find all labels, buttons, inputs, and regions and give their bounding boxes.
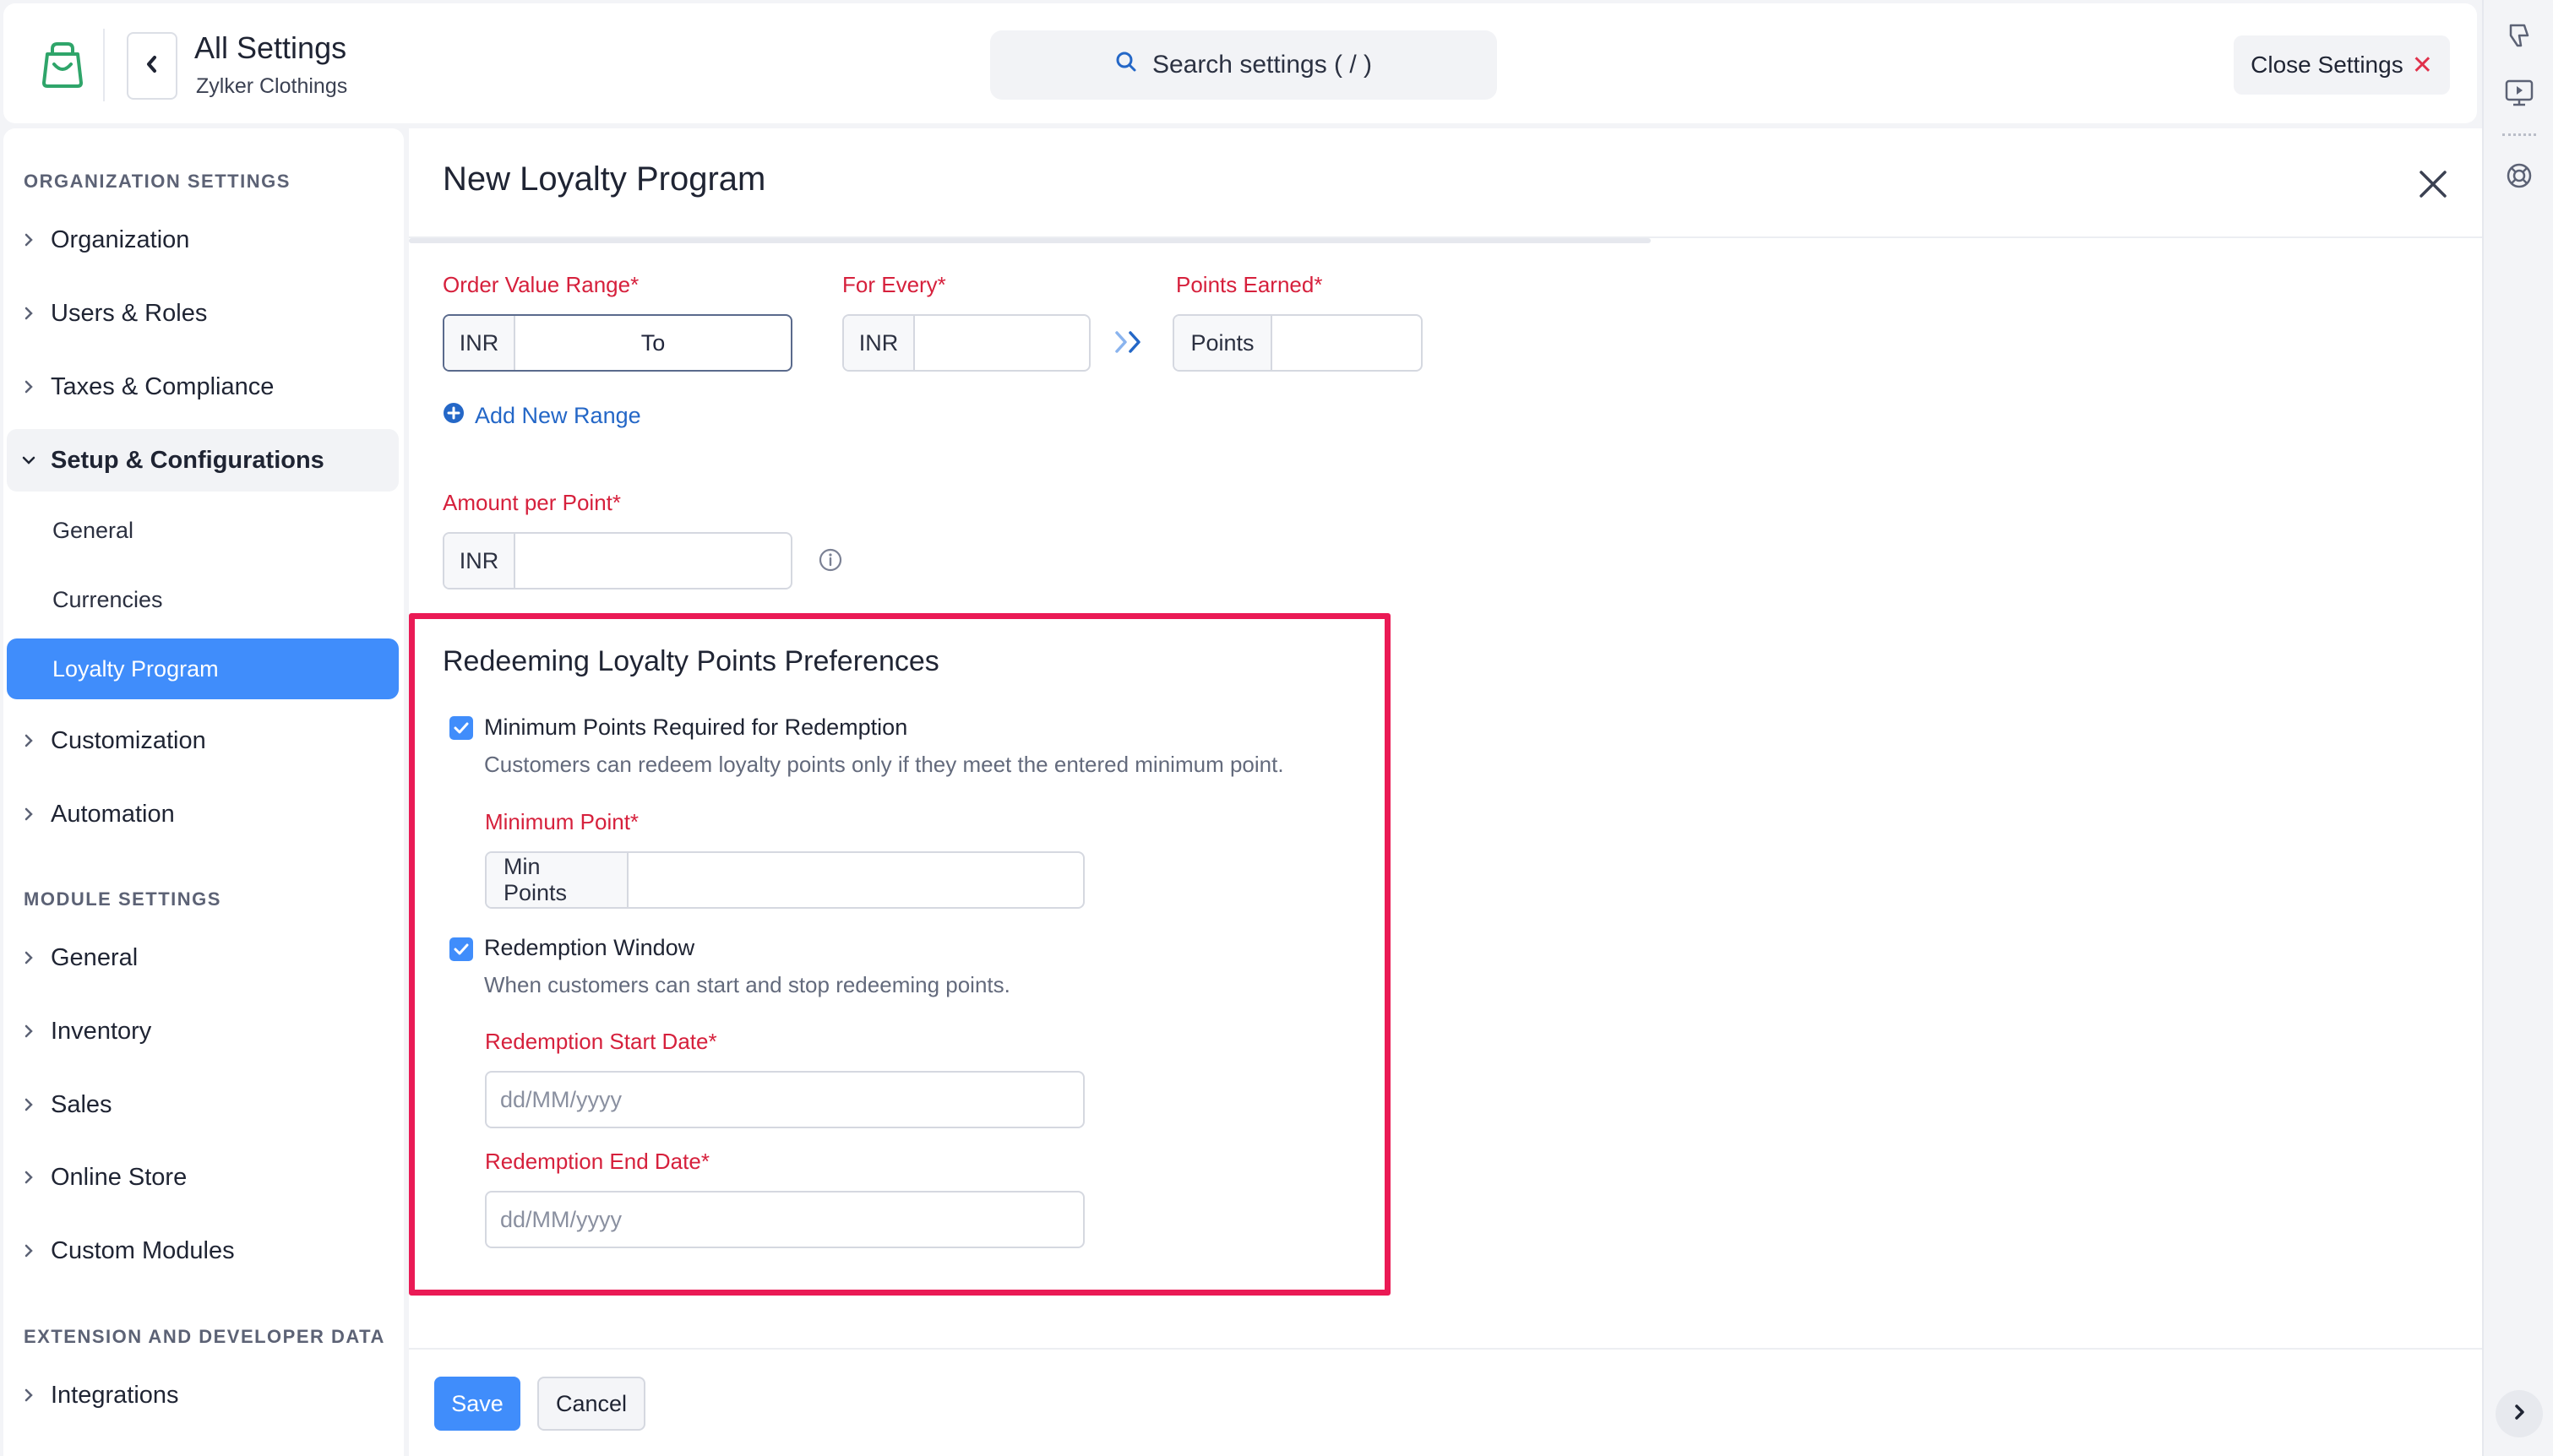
order-value-range-label: Order Value Range*	[443, 272, 640, 297]
search-placeholder: Search settings ( / )	[1151, 51, 1373, 79]
section-heading-organization: ORGANIZATION SETTINGS	[24, 171, 291, 192]
plus-circle-icon	[443, 402, 465, 430]
header-divider	[103, 29, 105, 101]
sidebar-item-setup-configurations[interactable]: Setup & Configurations	[7, 429, 399, 492]
sidebar-item-custom-modules[interactable]: Custom Modules	[7, 1220, 399, 1282]
order-value-range-field[interactable]: INR To	[443, 314, 792, 372]
sidebar-subitem-loyalty-program[interactable]: Loyalty Program	[7, 638, 399, 699]
add-new-range-link[interactable]: Add New Range	[443, 402, 641, 430]
scroll-shadow	[409, 238, 1651, 243]
search-icon	[1115, 51, 1137, 79]
chevron-right-icon	[7, 1098, 51, 1111]
top-header: All Settings Zylker Clothings Search set…	[3, 3, 2477, 123]
amount-per-point-label: Amount per Point*	[443, 490, 622, 515]
chevron-right-icon	[7, 951, 51, 964]
video-tutorial-icon[interactable]	[2501, 74, 2538, 111]
sidebar-item-organization[interactable]: Organization	[7, 209, 399, 271]
close-settings-label: Close Settings	[2251, 52, 2403, 78]
sidebar-item-online-store[interactable]: Online Store	[7, 1146, 399, 1209]
sidebar-item-inventory[interactable]: Inventory	[7, 1000, 399, 1062]
for-every-label: For Every*	[842, 272, 946, 297]
points-earned-input[interactable]	[1272, 316, 1421, 370]
double-chevron-right-icon	[1112, 328, 1149, 361]
help-support-icon[interactable]	[2501, 157, 2538, 194]
sidebar-item-label: Organization	[51, 225, 190, 253]
sidebar-item-label: General	[51, 943, 139, 971]
sidebar-item-automation[interactable]: Automation	[7, 783, 399, 845]
organization-name: Zylker Clothings	[196, 74, 348, 98]
chevron-right-icon	[7, 807, 51, 821]
sidebar-item-label: Sales	[51, 1090, 112, 1118]
sidebar-item-label: Inventory	[51, 1017, 152, 1045]
sidebar-item-label: Customization	[51, 726, 206, 754]
sidebar-item-sales[interactable]: Sales	[7, 1073, 399, 1136]
points-earned-field[interactable]: Points	[1173, 314, 1423, 372]
cancel-button[interactable]: Cancel	[537, 1377, 645, 1431]
info-icon[interactable]	[818, 547, 843, 577]
page-title: All Settings	[194, 30, 347, 65]
chevron-right-icon	[7, 307, 51, 320]
store-logo-icon	[35, 37, 90, 91]
sidebar-item-label: Setup & Configurations	[51, 446, 324, 474]
amount-per-point-field[interactable]: INR	[443, 532, 792, 589]
sidebar-item-label: Integrations	[51, 1381, 179, 1409]
close-icon: ✕	[2411, 51, 2433, 79]
sidebar-item-integrations[interactable]: Integrations	[7, 1364, 399, 1426]
chevron-right-icon	[7, 380, 51, 394]
section-heading-extension: EXTENSION AND DEVELOPER DATA	[24, 1326, 385, 1347]
sidebar-item-label: Users & Roles	[51, 299, 208, 327]
points-prefix: Points	[1174, 316, 1272, 370]
amount-per-point-input[interactable]	[515, 534, 791, 588]
right-rail	[2482, 0, 2553, 1456]
sidebar-item-label: Online Store	[51, 1163, 188, 1191]
chevron-right-icon	[7, 1388, 51, 1402]
sidebar-item-label: Taxes & Compliance	[51, 372, 275, 400]
chevron-right-icon	[2512, 1404, 2526, 1425]
chevron-right-icon	[7, 734, 51, 747]
sidebar-item-taxes-compliance[interactable]: Taxes & Compliance	[7, 356, 399, 418]
close-settings-button[interactable]: Close Settings ✕	[2234, 35, 2450, 95]
add-new-range-label: Add New Range	[475, 403, 641, 428]
redeeming-preferences-highlight	[409, 613, 1391, 1296]
for-every-field[interactable]: INR	[842, 314, 1091, 372]
search-settings-input[interactable]: Search settings ( / )	[990, 30, 1497, 100]
currency-prefix: INR	[844, 316, 915, 370]
sidebar-subitem-general[interactable]: General	[7, 500, 399, 561]
sidebar-item-module-general[interactable]: General	[7, 926, 399, 989]
currency-prefix: INR	[444, 316, 515, 370]
section-heading-module: MODULE SETTINGS	[24, 888, 221, 910]
chevron-right-icon	[7, 233, 51, 247]
footer-divider	[409, 1348, 2482, 1350]
settings-sidebar: ORGANIZATION SETTINGS Organization Users…	[3, 128, 404, 1456]
rail-separator	[2502, 133, 2536, 136]
chevron-down-icon	[7, 455, 51, 465]
feedback-icon[interactable]	[2501, 17, 2538, 54]
back-button[interactable]	[127, 32, 177, 100]
close-panel-button[interactable]	[2413, 166, 2453, 206]
panel-title: New Loyalty Program	[443, 160, 766, 198]
sidebar-item-label: Automation	[51, 800, 175, 828]
chevron-right-icon	[7, 1024, 51, 1038]
save-button[interactable]: Save	[434, 1377, 520, 1431]
for-every-input[interactable]	[915, 316, 1089, 370]
chevron-right-icon	[7, 1171, 51, 1184]
chevron-right-icon	[7, 1244, 51, 1258]
chevron-left-icon	[144, 55, 160, 78]
close-icon	[2418, 169, 2448, 204]
points-earned-label: Points Earned*	[1176, 272, 1323, 297]
sidebar-item-customization[interactable]: Customization	[7, 709, 399, 772]
sidebar-item-users-roles[interactable]: Users & Roles	[7, 282, 399, 345]
expand-rail-button[interactable]	[2496, 1390, 2543, 1437]
sidebar-subitem-currencies[interactable]: Currencies	[7, 569, 399, 630]
sidebar-item-label: Custom Modules	[51, 1236, 235, 1264]
currency-prefix: INR	[444, 534, 515, 588]
order-value-to-input[interactable]: To	[515, 316, 791, 370]
